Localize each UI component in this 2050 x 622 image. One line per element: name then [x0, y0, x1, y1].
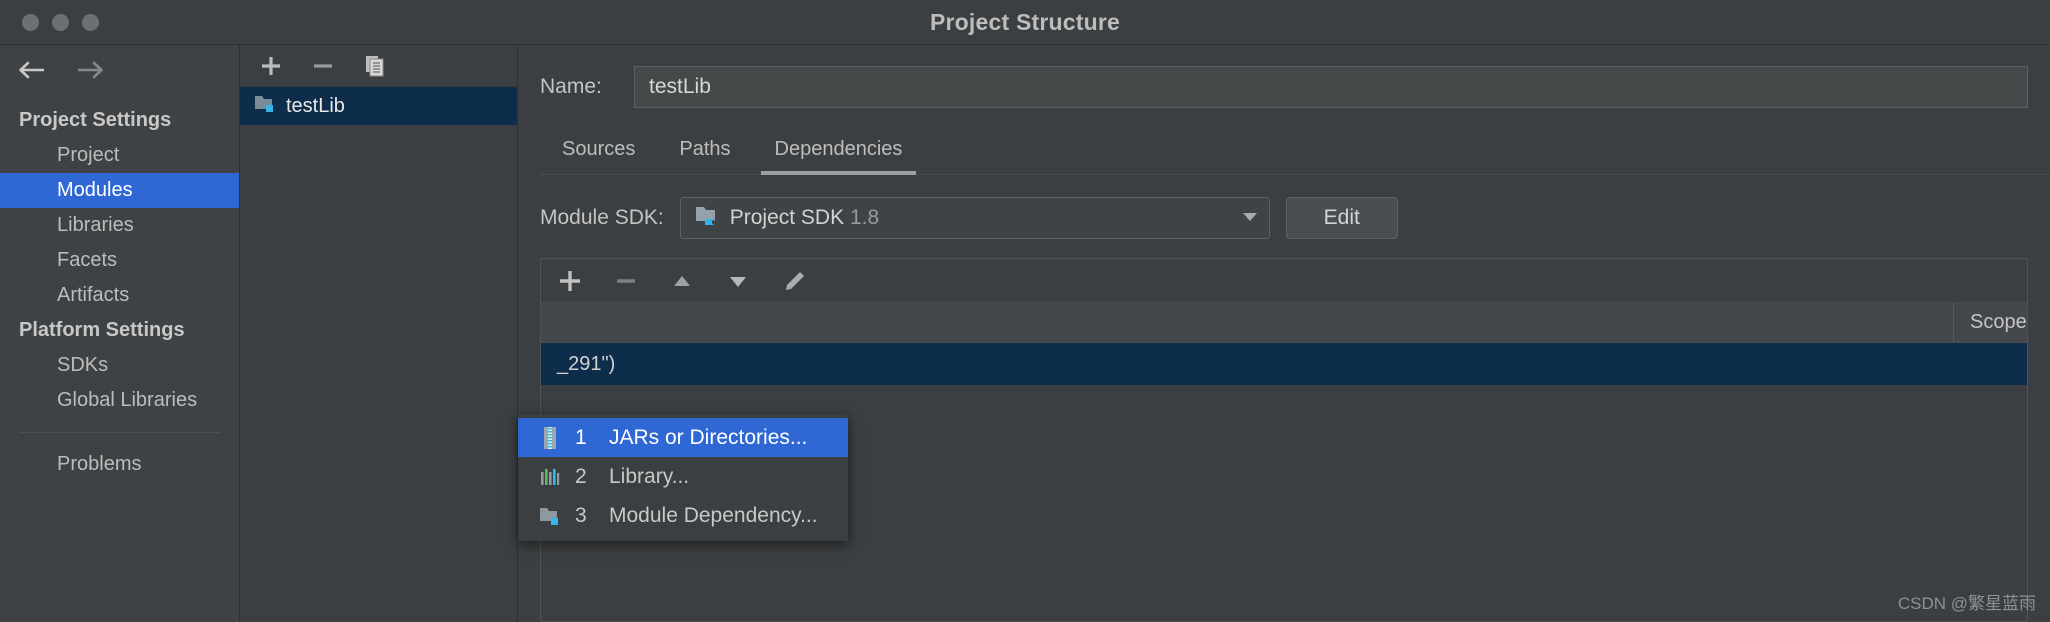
add-dependency-menu: 1 JARs or Directories... 2 Library... 3 … — [518, 414, 848, 541]
module-sdk-row: Module SDK: Project SDK 1.8 Edit — [518, 175, 2050, 239]
java-sdk-icon — [695, 204, 721, 233]
sidebar-item-modules[interactable]: Modules — [0, 173, 239, 208]
chevron-down-icon[interactable] — [1237, 203, 1263, 234]
module-folder-icon — [535, 503, 565, 529]
module-name-row: Name: — [518, 45, 2050, 108]
menu-item-number: 2 — [575, 464, 587, 488]
sidebar-divider — [19, 432, 220, 433]
edit-sdk-button[interactable]: Edit — [1285, 197, 1398, 239]
minus-icon[interactable] — [308, 51, 338, 81]
arrow-up-icon[interactable] — [667, 266, 697, 296]
sidebar-item-libraries[interactable]: Libraries — [0, 208, 239, 243]
menu-item-label: JARs or Directories... — [609, 425, 808, 449]
arrow-right-icon[interactable] — [74, 58, 104, 82]
sidebar-group-project-settings: Project Settings — [19, 109, 172, 131]
name-label: Name: — [540, 75, 602, 98]
table-row[interactable]: _291") — [541, 343, 2027, 385]
modules-list: testLib — [240, 87, 517, 622]
menu-item-number: 1 — [575, 425, 587, 449]
sidebar-item-list: Project Settings Project Modules Librari… — [0, 87, 239, 482]
sidebar-item-sdks[interactable]: SDKs — [0, 348, 239, 383]
sidebar-item-artifacts[interactable]: Artifacts — [0, 278, 239, 313]
tab-sources[interactable]: Sources — [540, 130, 657, 174]
list-item[interactable]: testLib — [240, 87, 517, 125]
module-sdk-label: Module SDK: — [540, 206, 664, 229]
arrow-down-icon[interactable] — [723, 266, 753, 296]
menu-item-label: Library... — [609, 464, 690, 488]
minimize-window-button[interactable] — [52, 13, 69, 31]
menu-item-module-dependency[interactable]: 3 Module Dependency... — [518, 496, 848, 535]
project-structure-window: Project Structure Project Settings Proje… — [0, 0, 2050, 622]
arrow-left-icon[interactable] — [18, 58, 48, 82]
pencil-icon[interactable] — [779, 266, 809, 296]
modules-toolbar — [240, 45, 517, 87]
copy-icon[interactable] — [360, 51, 390, 81]
module-folder-icon — [254, 93, 276, 119]
tab-dependencies[interactable]: Dependencies — [753, 130, 925, 175]
sidebar-item-global-libraries[interactable]: Global Libraries — [0, 383, 239, 418]
window-title: Project Structure — [929, 8, 1120, 35]
minus-icon[interactable] — [611, 266, 641, 296]
plus-icon[interactable] — [256, 51, 286, 81]
plus-icon[interactable] — [555, 266, 585, 296]
sidebar-navigation — [0, 45, 239, 87]
module-name-label: testLib — [286, 94, 345, 117]
tab-paths[interactable]: Paths — [657, 130, 752, 174]
title-bar: Project Structure — [0, 0, 2050, 45]
sidebar-item-problems[interactable]: Problems — [0, 447, 239, 482]
traffic-light-buttons — [0, 13, 99, 31]
sidebar-item-project[interactable]: Project — [0, 138, 239, 173]
library-icon — [535, 464, 565, 490]
modules-panel: testLib — [240, 45, 518, 622]
close-window-button[interactable] — [22, 13, 39, 31]
detail-tabs: Sources Paths Dependencies — [540, 130, 2050, 175]
column-header-scope[interactable]: Scope — [1953, 303, 2027, 342]
module-name-input[interactable] — [634, 66, 2028, 108]
dependencies-toolbar — [541, 259, 2027, 303]
dependency-name-cell: _291") — [557, 352, 616, 375]
module-sdk-value: Project SDK 1.8 — [729, 206, 880, 229]
maximize-window-button[interactable] — [82, 13, 99, 31]
menu-item-jars-or-directories[interactable]: 1 JARs or Directories... — [518, 418, 848, 457]
jar-icon — [535, 425, 565, 451]
settings-sidebar: Project Settings Project Modules Librari… — [0, 45, 240, 622]
sidebar-group-platform-settings: Platform Settings — [19, 319, 185, 341]
menu-item-label: Module Dependency... — [609, 503, 818, 527]
module-sdk-dropdown[interactable]: Project SDK 1.8 — [679, 197, 1270, 239]
dependencies-table-header: Scope — [541, 303, 2027, 343]
window-body: Project Settings Project Modules Librari… — [0, 45, 2050, 622]
column-header-export[interactable] — [541, 303, 1953, 342]
menu-item-library[interactable]: 2 Library... — [518, 457, 848, 496]
menu-item-number: 3 — [575, 503, 587, 527]
sidebar-item-facets[interactable]: Facets — [0, 243, 239, 278]
